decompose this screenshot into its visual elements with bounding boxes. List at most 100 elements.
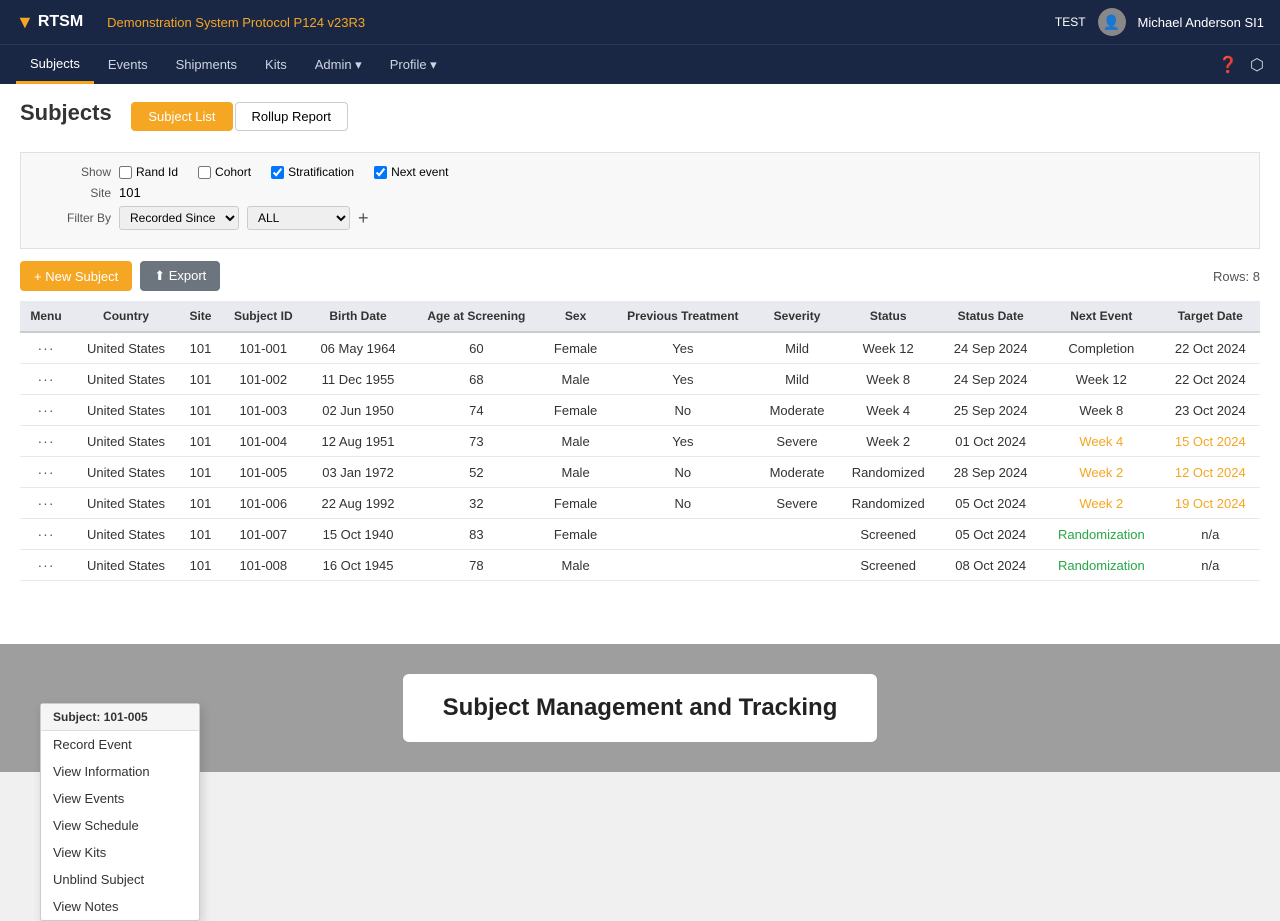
col-target-date: Target Date [1161,301,1260,332]
menu-cell[interactable]: ··· [20,395,72,426]
help-icon[interactable]: ❓ [1218,55,1238,75]
country-cell: United States [72,395,180,426]
table-row: ··· United States 101 101-003 02 Jun 195… [20,395,1260,426]
cohort-checkbox[interactable] [198,166,211,179]
severity-cell: Severe [757,488,837,519]
target-date-cell: 22 Oct 2024 [1161,332,1260,364]
menu-cell[interactable]: ··· [20,457,72,488]
menu-cell[interactable]: ··· [20,426,72,457]
rand-id-label: Rand Id [136,165,178,179]
prev-treatment-cell: No [609,395,757,426]
logo-icon: ▼ [16,12,34,33]
rand-id-checkbox-group[interactable]: Rand Id [119,165,178,179]
sex-cell: Female [542,395,608,426]
tab-buttons: Subject List Rollup Report [131,102,348,131]
prev-treatment-cell: Yes [609,332,757,364]
filter-by-dropdown2[interactable]: ALL Last 7 days Last 30 days [247,206,350,230]
context-menu-view-notes[interactable]: View Notes [41,893,199,920]
severity-cell: Moderate [757,395,837,426]
cohort-label: Cohort [215,165,251,179]
context-menu-view-kits[interactable]: View Kits [41,839,199,866]
subject-id-cell: 101-007 [221,519,306,550]
menu-cell[interactable]: ··· [20,550,72,581]
table-row: ··· United States 101 101-001 06 May 196… [20,332,1260,364]
menu-cell[interactable]: ··· [20,364,72,395]
context-menu-view-events[interactable]: View Events [41,785,199,812]
status-date-cell: 24 Sep 2024 [939,332,1042,364]
subject-id-cell: 101-006 [221,488,306,519]
country-cell: United States [72,519,180,550]
birth-date-cell: 11 Dec 1955 [306,364,411,395]
menu-cell[interactable]: ··· [20,488,72,519]
target-date-cell: n/a [1161,550,1260,581]
birth-date-cell: 03 Jan 1972 [306,457,411,488]
logo: ▼ RTSM [16,12,83,33]
target-date-cell: 22 Oct 2024 [1161,364,1260,395]
nav-subjects[interactable]: Subjects [16,46,94,84]
target-date-cell: n/a [1161,519,1260,550]
add-filter-button[interactable]: + [358,209,369,227]
prev-treatment-cell [609,519,757,550]
table-row: ··· United States 101 101-008 16 Oct 194… [20,550,1260,581]
top-nav: ▼ RTSM Demonstration System Protocol P12… [0,0,1280,44]
age-cell: 32 [410,488,542,519]
export-button[interactable]: ⬆ Export [140,261,220,291]
external-link-icon[interactable]: ⬡ [1250,55,1264,75]
country-cell: United States [72,457,180,488]
rand-id-checkbox[interactable] [119,166,132,179]
severity-cell [757,519,837,550]
tab-rollup-report[interactable]: Rollup Report [235,102,349,131]
prev-treatment-cell: No [609,457,757,488]
status-date-cell: 05 Oct 2024 [939,488,1042,519]
target-date-cell: 15 Oct 2024 [1161,426,1260,457]
filter-by-dropdown1[interactable]: Recorded Since Created Date Status Date [119,206,239,230]
cohort-checkbox-group[interactable]: Cohort [198,165,251,179]
table-header: Menu Country Site Subject ID Birth Date … [20,301,1260,332]
user-name: Michael Anderson SI1 [1138,15,1264,30]
col-sex: Sex [542,301,608,332]
context-menu-header: Subject: 101-005 [41,704,199,731]
birth-date-cell: 15 Oct 1940 [306,519,411,550]
severity-cell: Mild [757,332,837,364]
next-event-label: Next event [391,165,448,179]
subject-id-cell: 101-001 [221,332,306,364]
birth-date-cell: 06 May 1964 [306,332,411,364]
table-container: Menu Country Site Subject ID Birth Date … [20,301,1260,581]
filter-by-row: Filter By Recorded Since Created Date St… [41,206,1239,230]
filter-by-label: Filter By [41,211,111,225]
context-menu-unblind-subject[interactable]: Unblind Subject [41,866,199,893]
nav-admin[interactable]: Admin ▾ [301,47,376,83]
context-menu-record-event[interactable]: Record Event [41,731,199,758]
table-body: ··· United States 101 101-001 06 May 196… [20,332,1260,581]
country-cell: United States [72,426,180,457]
next-event-checkbox[interactable] [374,166,387,179]
page-title: Subjects [20,100,112,126]
next-event-checkbox-group[interactable]: Next event [374,165,448,179]
context-menu: Subject: 101-005 Record Event View Infor… [40,703,200,921]
menu-cell[interactable]: ··· [20,332,72,364]
stratification-checkbox[interactable] [271,166,284,179]
site-label: Site [41,186,111,200]
site-cell: 101 [180,426,221,457]
age-cell: 52 [410,457,542,488]
nav-kits[interactable]: Kits [251,47,301,82]
context-menu-view-information[interactable]: View Information [41,758,199,785]
site-cell: 101 [180,550,221,581]
birth-date-cell: 12 Aug 1951 [306,426,411,457]
new-subject-button[interactable]: + New Subject [20,261,132,291]
stratification-checkbox-group[interactable]: Stratification [271,165,354,179]
context-menu-view-schedule[interactable]: View Schedule [41,812,199,839]
nav-events[interactable]: Events [94,47,162,82]
nav-profile[interactable]: Profile ▾ [376,47,451,83]
site-cell: 101 [180,457,221,488]
status-date-cell: 08 Oct 2024 [939,550,1042,581]
nav-shipments[interactable]: Shipments [162,47,251,82]
prev-treatment-cell: No [609,488,757,519]
menu-cell[interactable]: ··· [20,519,72,550]
tab-subject-list[interactable]: Subject List [131,102,232,131]
next-event-cell: Randomization [1042,519,1160,550]
prev-treatment-cell: Yes [609,364,757,395]
subjects-table: Menu Country Site Subject ID Birth Date … [20,301,1260,581]
age-cell: 60 [410,332,542,364]
col-next-event: Next Event [1042,301,1160,332]
